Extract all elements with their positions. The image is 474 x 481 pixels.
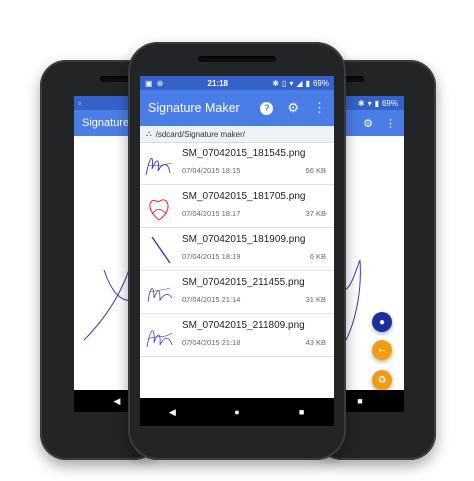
clock: 21:18 [207, 78, 229, 88]
help-icon[interactable]: ? [260, 101, 274, 115]
battery-icon: ▮ [305, 78, 310, 88]
status-bar: ▣ ⊕ 21:18 ✱ ▯ ▾ ◢ ▮ 69% [140, 76, 334, 90]
gear-icon[interactable]: ⚙ [287, 100, 299, 116]
file-size: 6 KB [309, 252, 326, 261]
file-size: 56 KB [305, 166, 326, 175]
list-item[interactable]: SM_07042015_211809.png 07/04/2015 21:18 … [140, 314, 334, 357]
speaker-grille [198, 56, 276, 62]
back-icon[interactable]: ◀ [107, 396, 127, 407]
breadcrumb[interactable]: ⛬ /sdcard/Signature maker/ [140, 126, 334, 143]
recents-icon[interactable]: ■ [350, 396, 370, 406]
signature-thumbnail [146, 330, 173, 348]
app-title: Signature Maker [148, 101, 240, 115]
wifi-icon: ▾ [289, 78, 294, 88]
folder-tree-icon: ⛬ [146, 129, 152, 138]
vibrate-icon: ▯ [282, 78, 287, 88]
wifi-icon: ▾ [367, 98, 372, 108]
file-name: SM_07042015_181909.png [182, 234, 306, 245]
nav-bar: ◀ ● ■ [140, 398, 334, 426]
file-name: SM_07042015_211809.png [182, 320, 305, 331]
home-icon[interactable]: ● [227, 407, 247, 417]
file-date: 07/04/2015 18:19 [182, 252, 241, 261]
gear-icon[interactable]: ⚙ [363, 117, 373, 130]
more-vert-icon[interactable]: ⋮ [313, 100, 326, 116]
file-date: 07/04/2015 18:15 [182, 166, 241, 175]
list-item[interactable]: SM_07042015_181909.png 07/04/2015 18:19 … [140, 228, 334, 271]
bluetooth-icon: ✱ [272, 78, 279, 88]
color-fab[interactable]: •– [372, 340, 392, 360]
file-list: SM_07042015_181545.png 07/04/2015 18:15 … [140, 142, 334, 357]
center-phone: ▣ ⊕ 21:18 ✱ ▯ ▾ ◢ ▮ 69% Signature Maker … [128, 42, 346, 460]
palette-fab[interactable]: ● [372, 312, 392, 332]
file-name: SM_07042015_181545.png [182, 148, 306, 159]
center-screen: ▣ ⊕ 21:18 ✱ ▯ ▾ ◢ ▮ 69% Signature Maker … [140, 76, 334, 426]
signal-icon: ◢ [296, 78, 303, 88]
breadcrumb-path: /sdcard/Signature maker/ [155, 129, 245, 139]
app-bar: Signature Maker ? ⚙ ⋮ [140, 90, 334, 126]
signature-thumbnail [151, 236, 171, 264]
file-date: 07/04/2015 18:17 [182, 209, 241, 218]
signature-thumbnail [145, 158, 173, 176]
app-notification-icon: ⊕ [156, 78, 164, 88]
recents-icon[interactable]: ■ [292, 407, 312, 417]
battery-percent: 69% [381, 98, 398, 108]
file-date: 07/04/2015 21:18 [182, 338, 241, 347]
file-date: 07/04/2015 21:14 [182, 295, 241, 304]
battery-percent: 69% [312, 78, 329, 88]
battery-icon: ▮ [374, 98, 379, 108]
more-vert-icon[interactable]: ⋮ [385, 117, 396, 130]
file-name: SM_07042015_211455.png [182, 277, 305, 288]
file-size: 37 KB [305, 209, 326, 218]
bluetooth-icon: ✱ [357, 98, 365, 108]
list-item[interactable]: SM_07042015_181705.png 07/04/2015 18:17 … [140, 185, 334, 228]
file-name: SM_07042015_181705.png [182, 191, 306, 202]
signature-thumbnail [149, 199, 169, 221]
list-item[interactable]: SM_07042015_211455.png 07/04/2015 21:14 … [140, 271, 334, 314]
list-item[interactable]: SM_07042015_181545.png 07/04/2015 18:15 … [140, 142, 334, 185]
signature-thumbnail [147, 287, 173, 303]
back-icon[interactable]: ◀ [162, 407, 182, 418]
image-notification-icon: ▣ [145, 78, 153, 88]
recycle-fab[interactable]: ♻ [372, 370, 392, 390]
file-size: 31 KB [305, 295, 326, 304]
file-size: 43 KB [305, 338, 326, 347]
notification-icon: ▫ [78, 98, 81, 108]
